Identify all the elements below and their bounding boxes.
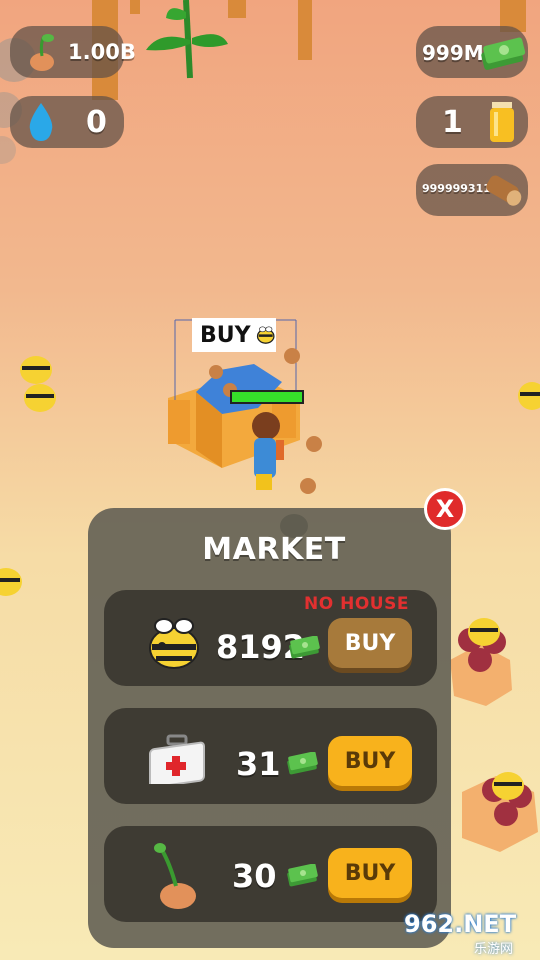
health-bar-fill [232, 392, 302, 402]
cash-icon [287, 752, 318, 775]
tree-trunk [228, 0, 246, 18]
wood-counter: 999999311 [416, 164, 528, 216]
honey-jar-icon [490, 102, 514, 142]
water-drop-icon [29, 103, 53, 141]
wood-log-icon [486, 175, 522, 206]
close-icon: X [435, 495, 455, 523]
bee-icon [256, 326, 275, 344]
plant-sprout [146, 0, 228, 79]
cash-counter: 999M [416, 26, 528, 78]
buy-bee-label: BUY [344, 630, 396, 656]
watermark-brand: 962.NET [404, 910, 517, 938]
first-aid-price: 31 [236, 745, 281, 783]
cash-icon [289, 636, 320, 659]
hive-buy-sign[interactable]: BUY [192, 318, 276, 352]
water-counter: 0 [10, 96, 124, 148]
sprout-seed-icon [154, 843, 196, 909]
seed-price: 30 [232, 857, 277, 895]
no-house-warning: NO HOUSE [304, 594, 409, 614]
honey-value: 1 [442, 105, 463, 140]
seeds-value: 1.00B [68, 40, 136, 64]
player-character [252, 412, 284, 490]
tree-trunk [130, 0, 140, 14]
first-aid-kit-icon [149, 734, 205, 784]
cash-value: 999M [422, 41, 484, 65]
hive-buy-label: BUY [200, 322, 251, 348]
buy-first-aid-label: BUY [344, 748, 396, 774]
watermark-sub: 乐游网 [474, 942, 514, 957]
tree-trunk [298, 0, 312, 60]
cash-icon [287, 864, 318, 887]
sprout-seed-icon [30, 34, 54, 71]
close-button[interactable]: X [424, 488, 466, 530]
seeds-counter: 1.00B [10, 26, 136, 78]
watermark: 962.NET 乐游网 [398, 910, 536, 957]
honey-counter: 1 [416, 96, 528, 148]
market-title: MARKET [202, 532, 346, 567]
buy-bee-button[interactable]: BUY [328, 618, 412, 668]
bee-icon [149, 618, 199, 669]
cash-stack-icon [481, 37, 526, 70]
water-value: 0 [86, 105, 107, 140]
buy-seed-button[interactable]: BUY [328, 848, 412, 898]
buy-first-aid-button[interactable]: BUY [328, 736, 412, 786]
buy-seed-label: BUY [344, 860, 396, 886]
